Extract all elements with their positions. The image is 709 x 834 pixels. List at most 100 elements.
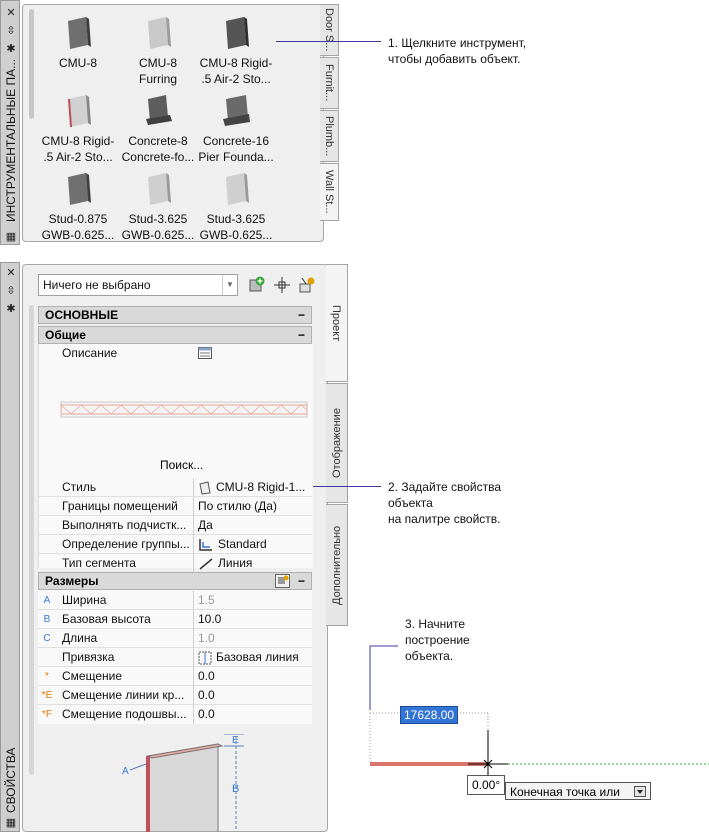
wall-icon: [148, 17, 171, 49]
tab-design[interactable]: Проект: [326, 264, 348, 382]
properties-icon[interactable]: ▦: [1, 231, 21, 243]
category-label: ОСНОВНЫЕ: [45, 308, 119, 322]
leader-line-3: [369, 645, 398, 710]
tool-cmu-8-rigid-a[interactable]: CMU-8 Rigid- .5 Air-2 Sto...: [196, 15, 276, 87]
tab-label: Wall St...: [323, 170, 335, 214]
prop-description[interactable]: Описание: [38, 344, 312, 363]
annotation-text: 1. Щелкните инструмент,: [388, 36, 527, 50]
prop-justify[interactable]: Привязка Базовая линия: [38, 648, 312, 667]
prop-length[interactable]: C Длина 1.0: [38, 629, 312, 648]
collapse-icon[interactable]: −: [298, 307, 305, 323]
prop-value[interactable]: Да: [198, 516, 312, 535]
prop-width[interactable]: A Ширина 1.5: [38, 591, 312, 610]
settings-icon[interactable]: ✱: [1, 43, 21, 55]
prop-value[interactable]: По стилю (Да): [198, 497, 312, 516]
add-style-icon[interactable]: [248, 276, 266, 294]
tab-plumbing[interactable]: Plumb...: [320, 110, 339, 162]
leader-line-1: [276, 41, 381, 42]
tool-cmu-8-furring[interactable]: CMU-8 Furring: [118, 15, 198, 87]
prop-offset[interactable]: * Смещение 0.0: [38, 667, 312, 686]
column-divider: [193, 478, 194, 572]
prop-room-bounding[interactable]: Границы помещений По стилю (Да): [38, 497, 312, 516]
tool-label: Stud-3.625: [206, 212, 266, 226]
column-divider: [193, 591, 194, 724]
tab-label: Furnit...: [323, 64, 335, 102]
wall-style-icon: [199, 481, 211, 495]
tool-palette-title: ИНСТРУМЕНТАЛЬНЫЕ ПА...: [4, 58, 18, 222]
prop-segment-type[interactable]: Тип сегмента Линия: [38, 554, 312, 573]
prop-style[interactable]: Стиль CMU-8 Rigid-1...: [38, 478, 312, 497]
prop-value[interactable]: CMU-8 Rigid-1...: [198, 478, 330, 497]
tool-stud-3625-b[interactable]: Stud-3.625 GWB-0.625...: [196, 171, 276, 243]
tool-palette-titlebar: ✕ ⇳ ✱ ИНСТРУМЕНТАЛЬНЫЕ ПА... ▦: [0, 0, 20, 245]
selection-combo[interactable]: Ничего не выбрано ▼: [38, 274, 238, 296]
command-prompt: Конечная точка или: [505, 782, 651, 800]
tool-concrete-16[interactable]: Concrete-16 Pier Founda...: [196, 93, 276, 165]
prompt-options-icon[interactable]: [634, 786, 646, 797]
offset-f-icon: *F: [42, 709, 52, 720]
tab-display[interactable]: Отображение: [326, 383, 348, 503]
tool-stud-3625-a[interactable]: Stud-3.625 GWB-0.625...: [118, 171, 198, 243]
tool-label: Concrete-16: [202, 134, 270, 148]
category-general[interactable]: Общие −: [38, 326, 312, 344]
category-dimensions[interactable]: Размеры −: [38, 572, 312, 590]
length-input[interactable]: 17628.00: [400, 706, 459, 724]
properties-icon[interactable]: ▦: [1, 817, 21, 829]
tool-label: Stud-3.625: [128, 212, 188, 226]
autohide-icon[interactable]: ⇳: [1, 285, 21, 297]
prop-label: Смещение подошвы...: [62, 707, 187, 721]
tab-label: Дополнительно: [331, 525, 343, 605]
tool-label: Concrete-fo...: [121, 150, 195, 164]
autohide-icon[interactable]: ⇳: [1, 25, 21, 37]
prop-value[interactable]: Базовая линия: [198, 648, 330, 667]
collapse-icon[interactable]: −: [298, 573, 305, 589]
prop-roof-line-offset[interactable]: *E Смещение линии кр... 0.0: [38, 686, 312, 705]
wall-icon: [226, 17, 249, 49]
prop-value[interactable]: 0.0: [198, 705, 312, 724]
tool-label: CMU-8 Rigid-: [199, 56, 273, 70]
prop-value[interactable]: 10.0: [198, 610, 312, 629]
prop-value[interactable]: 0.0: [198, 686, 312, 705]
prop-value[interactable]: Standard: [198, 535, 332, 554]
prop-value[interactable]: Линия: [198, 554, 332, 573]
close-icon[interactable]: ✕: [1, 7, 21, 19]
scrollbar[interactable]: [29, 9, 34, 119]
tab-furniture[interactable]: Furnit...: [320, 57, 339, 109]
collapse-icon[interactable]: −: [298, 327, 305, 343]
tool-label: GWB-0.625...: [41, 228, 115, 242]
tool-palette: ✕ ⇳ ✱ ИНСТРУМЕНТАЛЬНЫЕ ПА... ▦ CMU-8 CMU…: [0, 0, 340, 245]
tab-wall-styles[interactable]: Wall St...: [320, 163, 339, 221]
wall-icon: [68, 17, 91, 49]
tool-label: GWB-0.625...: [121, 228, 195, 242]
diagram-label-a: A: [122, 766, 129, 777]
prop-cleanup-group[interactable]: Определение группы... Standard: [38, 535, 312, 554]
edit-description-icon[interactable]: [198, 347, 212, 359]
close-icon[interactable]: ✕: [1, 267, 21, 279]
wall-style-preview: [60, 401, 308, 418]
tool-cmu-8[interactable]: CMU-8: [38, 15, 118, 87]
prop-cleanup[interactable]: Выполнять подчистк... Да: [38, 516, 312, 535]
tool-cmu-8-rigid-b[interactable]: CMU-8 Rigid- .5 Air-2 Sto...: [38, 93, 118, 165]
quick-select-icon[interactable]: [298, 276, 316, 294]
tab-extended-data[interactable]: Дополнительно: [326, 504, 348, 626]
select-objects-icon[interactable]: [273, 276, 291, 294]
prop-value[interactable]: 0.0: [198, 667, 312, 686]
prop-value[interactable]: 1.5: [198, 591, 312, 610]
prop-base-height[interactable]: B Базовая высота 10.0: [38, 610, 312, 629]
prop-value[interactable]: 1.0: [198, 629, 312, 648]
chevron-down-icon: ▼: [222, 275, 237, 295]
tool-label: Furring: [138, 72, 177, 86]
dimension-picker-icon[interactable]: [275, 574, 290, 588]
tool-stud-0875[interactable]: Stud-0.875 GWB-0.625...: [38, 171, 118, 243]
search-link[interactable]: Поиск...: [160, 458, 203, 472]
settings-icon[interactable]: ✱: [1, 303, 21, 315]
scrollbar[interactable]: [29, 305, 34, 775]
tool-concrete-8[interactable]: Concrete-8 Concrete-fo...: [118, 93, 198, 165]
dimension-b-icon: B: [43, 614, 51, 625]
properties-palette: ✕ ⇳ ✱ СВОЙСТВА ▦ Ничего не выбрано ▼ ОСНО…: [0, 262, 350, 834]
category-basic[interactable]: ОСНОВНЫЕ −: [38, 306, 312, 324]
angle-input[interactable]: 0.00°: [467, 775, 506, 795]
tab-door-styles[interactable]: Door S...: [320, 4, 339, 56]
annotation-text: объекта: [388, 496, 433, 510]
prop-floor-line-offset[interactable]: *F Смещение подошвы... 0.0: [38, 705, 312, 724]
